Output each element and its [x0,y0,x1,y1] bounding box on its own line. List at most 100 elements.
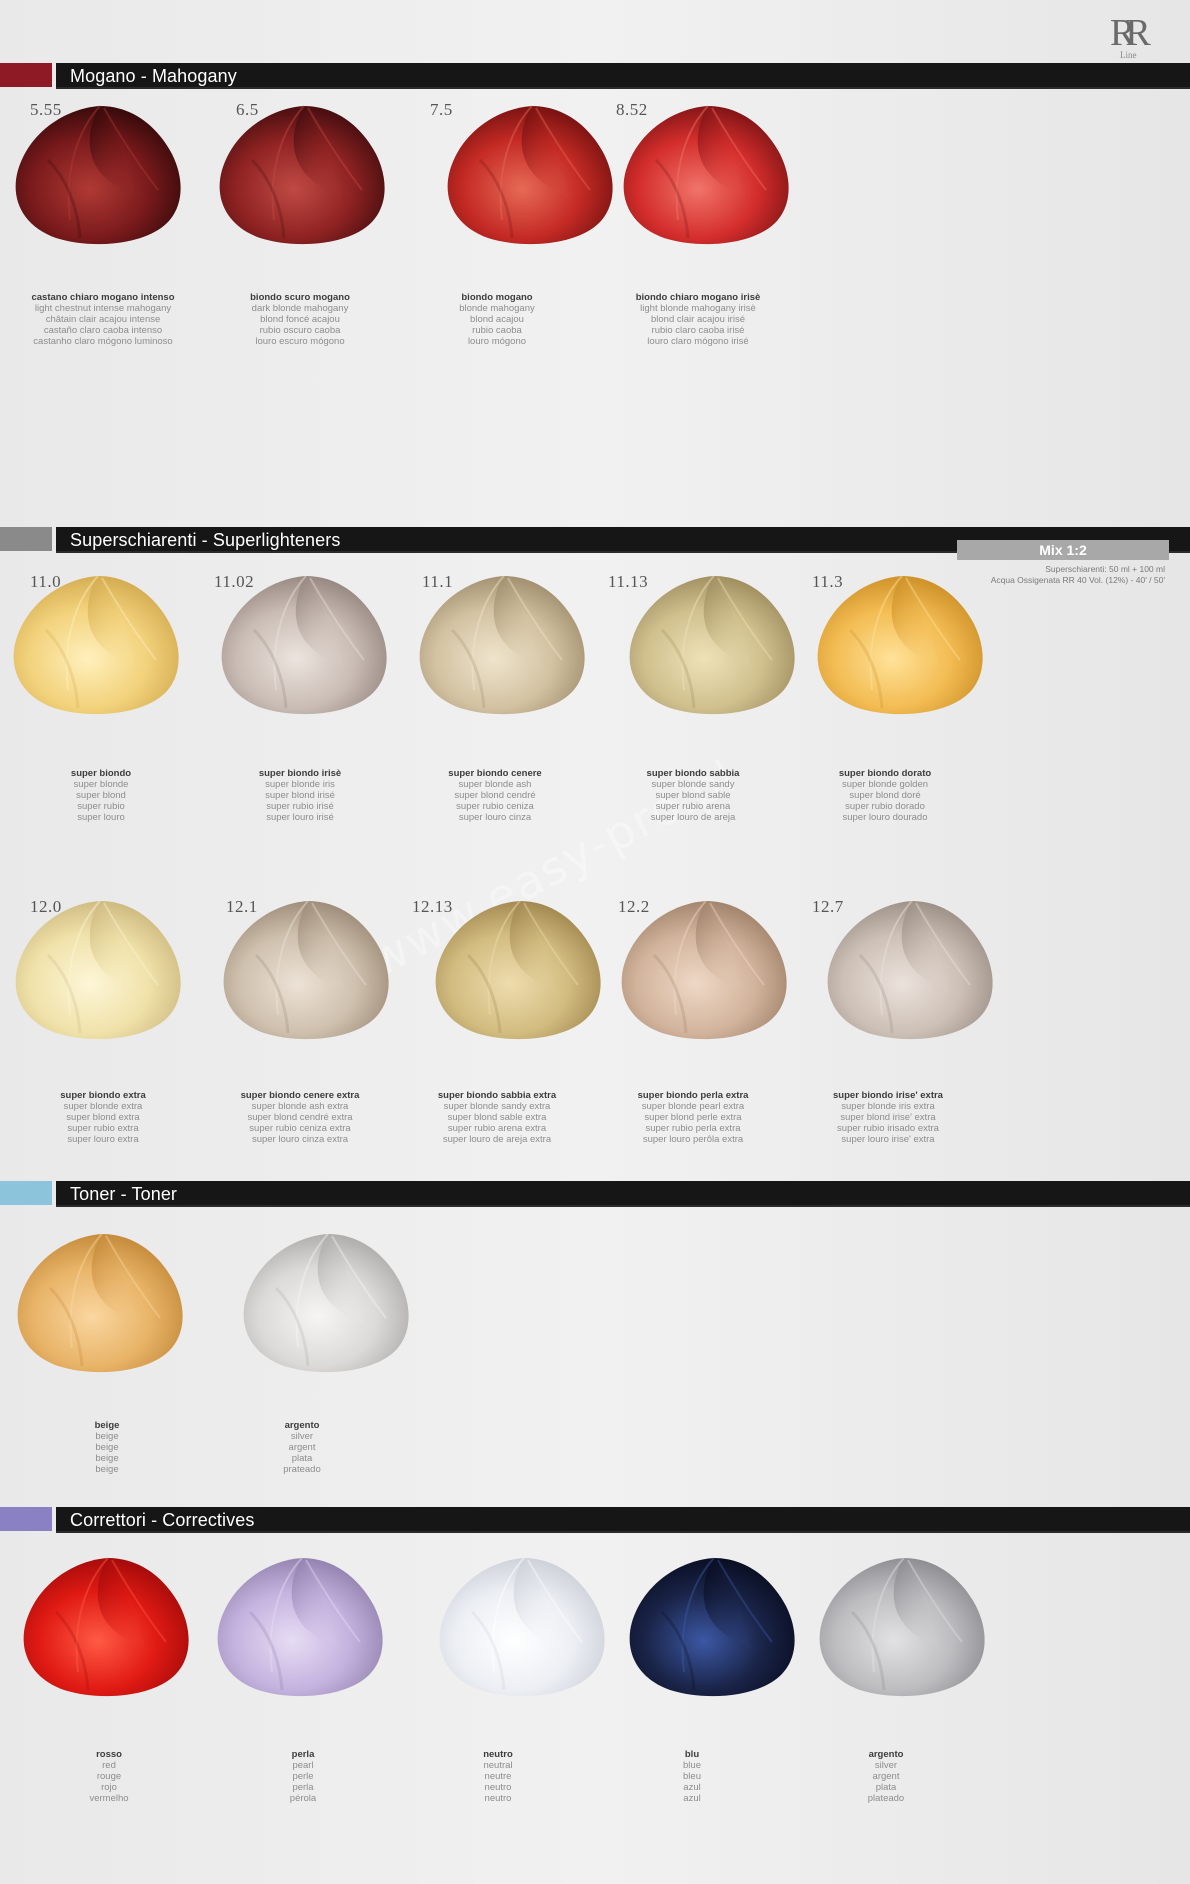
shade-name-translation: beige [95,1464,119,1475]
shade-name-translation: super rubio irisé [266,801,334,812]
shade-name-translation: blond foncé acajou [260,314,340,325]
shade-name-translation: super blond extra [66,1112,140,1123]
shade-description: super biondo dorato super blonde golden su… [790,768,980,823]
shade-name-translation: super louro [77,812,125,823]
shade-name-translation: super blonde extra [63,1101,143,1112]
shade-name-italian: rosso [96,1749,122,1760]
shade-description: neutro neutral neutre neutro neutro [403,1749,593,1804]
hair-swatch-image [812,1552,992,1702]
shade-name-translation: plata [875,1782,897,1793]
shade-name-italian: super biondo dorato [838,768,932,779]
shade-name-translation: argent [872,1771,900,1782]
hair-swatch-image [8,100,188,250]
shade-name-italian: beige [94,1420,120,1431]
shade-name-italian: super biondo perla extra [637,1090,749,1101]
shade-name-translation: super rubio perla extra [645,1123,741,1134]
hair-swatch-shape [13,575,179,715]
shade-name-translation: silver [874,1760,898,1771]
shade-name-translation: argent [288,1442,316,1453]
shade-name-translation: super blond sable [655,790,731,801]
shade-name-italian: super biondo irise' extra [833,1090,943,1101]
shade-name-translation: dark blonde mahogany [251,303,349,314]
hair-swatch-image [10,1228,190,1378]
hair-swatch-image [216,895,396,1045]
shade-name-translation: super louro cinza extra [251,1134,349,1145]
shade-description: biondo scuro mogano dark blonde mahogany b… [205,292,395,347]
shade-description: blu blue bleu azul azul [597,1749,787,1804]
hair-swatch-shape [15,105,181,245]
shade-name-italian: super biondo sabbia extra [437,1090,557,1101]
hair-swatch-image [212,100,392,250]
shade-name-translation: azul [683,1793,701,1804]
shade-name-italian: neutro [483,1749,513,1760]
shade-name-italian: super biondo [70,768,132,779]
shade-name-translation: castaño claro caoba intenso [43,325,163,336]
shade-name-translation: light blonde mahogany irisè [640,303,756,314]
shade-name-translation: super blond doré [849,790,921,801]
section-title: Toner - Toner [70,1184,178,1204]
shade-name-translation: rubio caoba [472,325,522,336]
shade-name-translation: neutre [484,1771,512,1782]
shade-name-translation: light chestnut intense mahogany [34,303,172,314]
hair-swatch-image [8,895,188,1045]
shade-name-translation: super blond perle extra [644,1112,742,1123]
section-header-mahogany: Mogano - Mahogany [0,63,1190,89]
shade-name-translation: super blonde ash extra [251,1101,349,1112]
shade-name-translation: rojo [101,1782,117,1793]
hair-swatch-image [412,570,592,720]
shade-name-translation: blond clair acajou irisé [651,314,745,325]
shade-name-translation: plata [291,1453,313,1464]
shade-name-translation: super blonde ash [458,779,532,790]
section-color-tab [0,63,52,87]
shade-name-translation: beige [95,1442,119,1453]
shade-name-translation: castanho claro mógono luminoso [33,336,173,347]
hair-swatch-image [614,895,794,1045]
shade-name-translation: red [102,1760,116,1771]
shade-name-translation: super blonde sandy extra [443,1101,551,1112]
shade-name-translation: super louro de areja extra [442,1134,552,1145]
hair-swatch-shape [419,575,585,715]
hair-swatch-shape [629,575,795,715]
brand-logo-mark: RR [1110,12,1151,54]
section-header-correctives: Correttori - Correctives [0,1507,1190,1533]
shade-name-translation: super louro extra [67,1134,139,1145]
hair-swatch-image [440,100,620,250]
brand-logo-line: Line [1120,50,1137,60]
shade-name-translation: super rubio arena [655,801,731,812]
shade-description: biondo mogano blonde mahogany blond acajou… [402,292,592,347]
hair-swatch-image [810,570,990,720]
section-header-toner: Toner - Toner [0,1181,1190,1207]
shade-name-translation: beige [95,1431,119,1442]
section-color-tab [0,527,52,551]
hair-swatch-shape [439,1557,605,1697]
shade-name-translation: super blonde [73,779,129,790]
shade-name-translation: super blond cendré extra [247,1112,353,1123]
hair-swatch-image [820,895,1000,1045]
color-chart-page: RR Line Mogano - Mahogany Superschiarent… [0,0,1190,1884]
shade-name-italian: biondo mogano [461,292,533,303]
shade-description: super biondo cenere super blonde ash super… [400,768,590,823]
hair-swatch-image [210,1552,390,1702]
section-color-tab [0,1181,52,1205]
hair-swatch-shape [827,900,993,1040]
hair-swatch-image [616,100,796,250]
shade-name-italian: biondo scuro mogano [250,292,350,303]
shade-name-translation: beige [95,1453,119,1464]
shade-name-translation: perle [292,1771,314,1782]
shade-name-translation: neutro [484,1793,512,1804]
hair-swatch-image [214,570,394,720]
hair-swatch-shape [15,900,181,1040]
shade-description: super biondo irisè super blonde iris super… [205,768,395,823]
shade-name-translation: super blond irise' extra [840,1112,936,1123]
shade-name-translation: azul [683,1782,701,1793]
shade-name-translation: super blonde iris [265,779,335,790]
shade-name-translation: neutral [483,1760,513,1771]
shade-name-translation: super blonde iris extra [841,1101,935,1112]
hair-swatch-shape [623,105,789,245]
hair-swatch-image [236,1228,416,1378]
mix-ratio-title: Mix 1:2 [957,540,1169,560]
shade-name-translation: louro claro mógono irisé [647,336,749,347]
shade-name-translation: châtain clair acajou intense [45,314,161,325]
shade-name-translation: super blond sable extra [447,1112,547,1123]
shade-name-translation: pérola [289,1793,317,1804]
